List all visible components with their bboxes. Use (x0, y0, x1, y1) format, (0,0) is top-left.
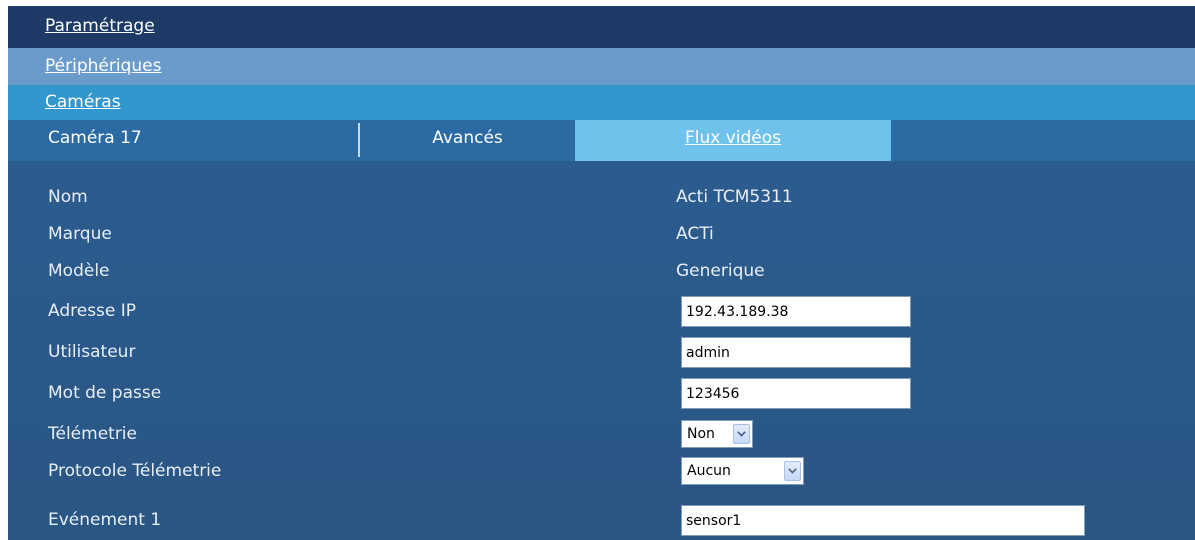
label-marque: Marque (48, 224, 112, 244)
username-input[interactable] (681, 337, 911, 368)
form-row-protocole: Protocole Télémetrie Aucun (8, 456, 1195, 486)
label-user: Utilisateur (48, 342, 136, 362)
form-row-evenement-1: Evénement 1 (8, 505, 1195, 536)
tab-flux-videos[interactable]: Flux vidéos (575, 120, 891, 161)
label-ip: Adresse IP (48, 301, 137, 321)
label-password: Mot de passe (48, 383, 162, 403)
form-row-user: Utilisateur (8, 337, 1195, 368)
label-nom: Nom (48, 187, 88, 207)
tab-avances[interactable]: Avancés (360, 120, 575, 161)
tab-flux-label: Flux vidéos (684, 128, 782, 148)
value-nom: Acti TCM5311 (676, 187, 793, 207)
ip-address-input[interactable] (681, 296, 911, 327)
form-row-marque: Marque ACTi (8, 219, 1195, 249)
label-telemetrie: Télémetrie (48, 424, 137, 444)
telemetrie-selected-value: Non (687, 426, 715, 442)
value-marque: ACTi (676, 224, 714, 244)
breadcrumb-level-1: Paramétrage (8, 6, 1195, 48)
form-row-ip: Adresse IP (8, 296, 1195, 327)
breadcrumb-level-2: Périphériques (8, 48, 1195, 85)
evenement-1-input[interactable] (681, 505, 1085, 536)
nav-link-cameras[interactable]: Caméras (45, 92, 121, 112)
tab-bar: Caméra 17 Avancés Flux vidéos (8, 120, 1195, 161)
protocole-selected-value: Aucun (687, 463, 731, 479)
label-protocole: Protocole Télémetrie (48, 461, 222, 481)
tab-avances-label: Avancés (432, 128, 503, 148)
nav-link-peripheriques[interactable]: Périphériques (45, 56, 161, 76)
nav-link-parametrage[interactable]: Paramétrage (45, 16, 155, 36)
value-modele: Generique (676, 261, 765, 281)
password-input[interactable] (681, 378, 911, 409)
label-modele: Modèle (48, 261, 110, 281)
label-evenement-1: Evénement 1 (48, 510, 162, 530)
form-row-password: Mot de passe (8, 378, 1195, 409)
tab-camera-label: Caméra 17 (48, 128, 142, 148)
breadcrumb-level-3: Caméras (8, 85, 1195, 120)
form-row-modele: Modèle Generique (8, 256, 1195, 286)
chevron-down-icon[interactable] (784, 461, 801, 481)
form-row-telemetrie: Télémetrie Non (8, 419, 1195, 449)
telemetrie-select[interactable]: Non (681, 420, 753, 448)
protocole-select[interactable]: Aucun (681, 457, 804, 485)
settings-panel: Paramétrage Périphériques Caméras Caméra… (8, 6, 1195, 540)
form-row-nom: Nom Acti TCM5311 (8, 182, 1195, 212)
chevron-down-icon[interactable] (733, 424, 750, 444)
tab-camera-general[interactable]: Caméra 17 (8, 120, 358, 161)
